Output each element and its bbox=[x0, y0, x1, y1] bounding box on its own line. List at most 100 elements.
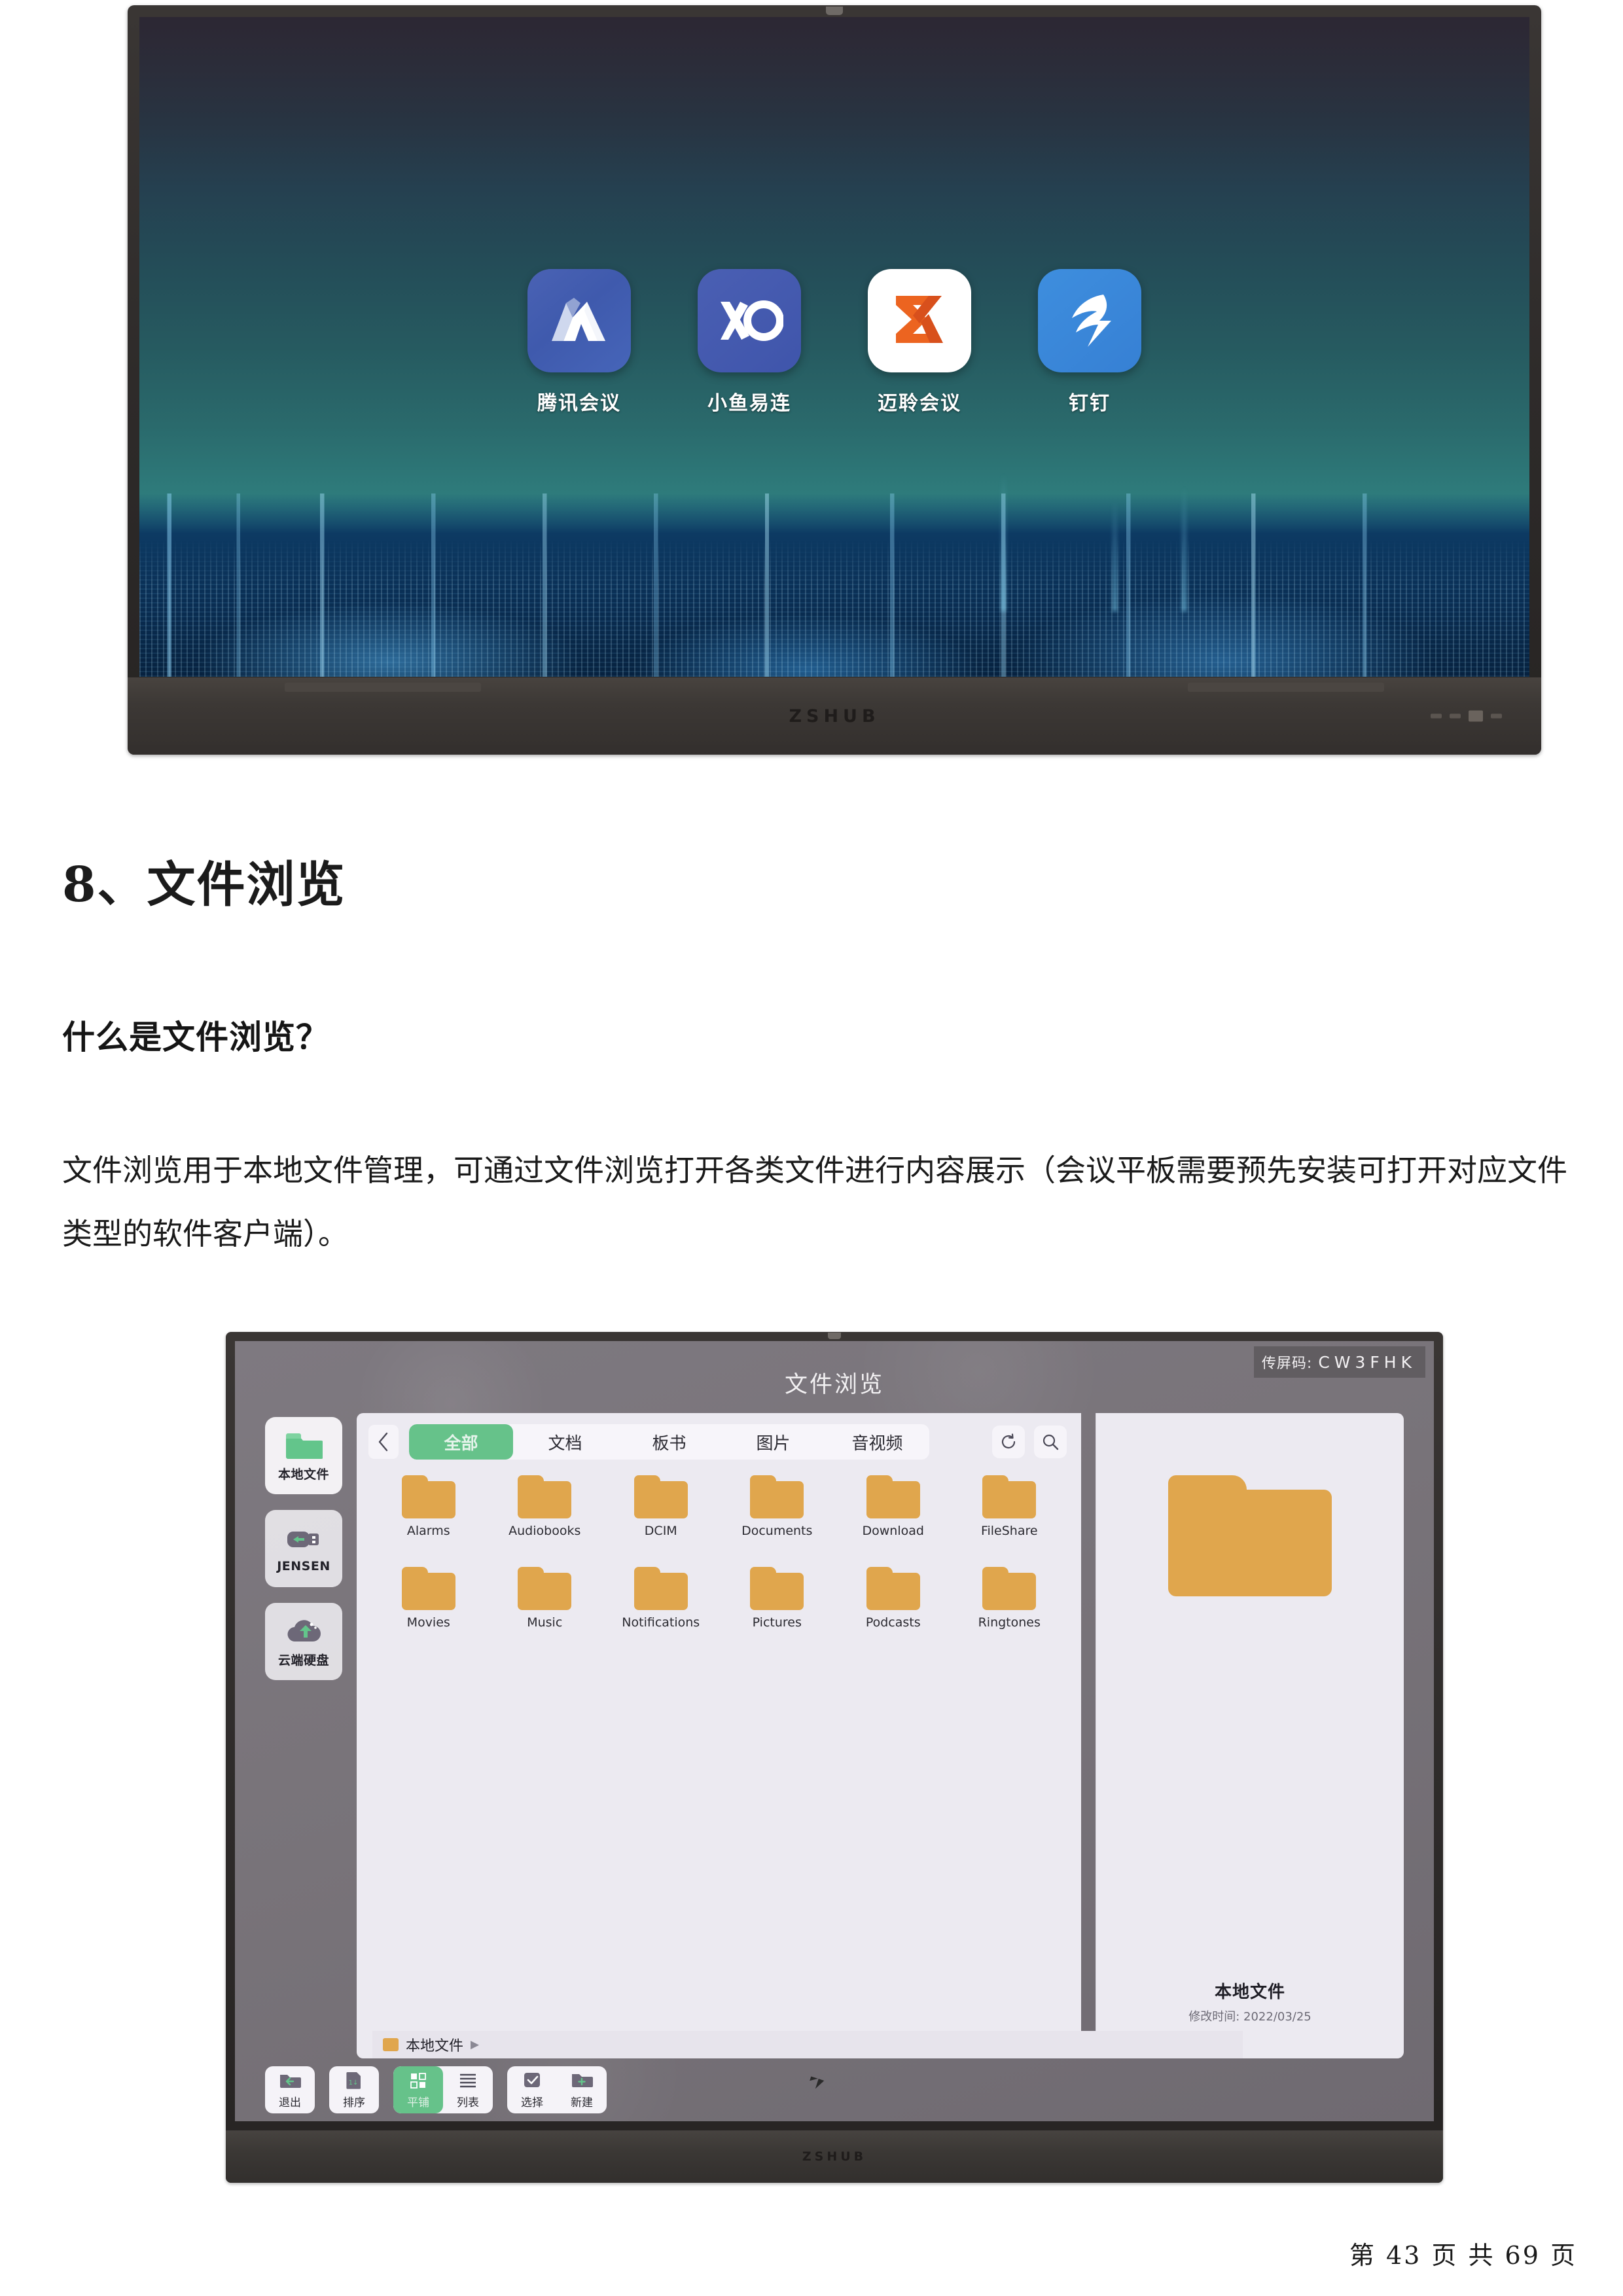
folder-icon bbox=[285, 1429, 323, 1461]
tab-media[interactable]: 音视频 bbox=[825, 1424, 929, 1460]
back-button[interactable] bbox=[368, 1425, 399, 1459]
tool-group-view: 平铺 列表 bbox=[393, 2066, 493, 2113]
list-view-button[interactable]: 列表 bbox=[443, 2066, 493, 2113]
select-button[interactable]: 选择 bbox=[507, 2066, 557, 2113]
page-footer: 第 43 页 共 69 页 bbox=[1349, 2241, 1577, 2270]
file-browser-body: 本地文件 JENSEN 云端硬盘 全部 文档 板书 图片 音视频 Alarms … bbox=[265, 1413, 1404, 2058]
breadcrumb-label: 本地文件 bbox=[406, 2038, 464, 2054]
folder-item[interactable]: Audiobooks bbox=[489, 1475, 601, 1560]
folder-label: Movies bbox=[406, 1615, 450, 1630]
tab-all[interactable]: 全部 bbox=[409, 1424, 513, 1460]
tool-label: 选择 bbox=[521, 2096, 543, 2109]
tab-pictures[interactable]: 图片 bbox=[721, 1424, 825, 1460]
cast-code-label: 传屏码: bbox=[1261, 1355, 1313, 1372]
app-dingtalk[interactable]: 钉钉 bbox=[1034, 269, 1145, 416]
folder-icon bbox=[750, 1567, 804, 1610]
display-bottom-bezel: ZSHUB bbox=[226, 2130, 1443, 2183]
folder-icon bbox=[982, 1475, 1037, 1518]
search-button[interactable] bbox=[1034, 1426, 1067, 1458]
brand-logo: ZSHUB bbox=[789, 706, 880, 726]
folder-label: Alarms bbox=[406, 1524, 450, 1538]
folder-item[interactable]: Alarms bbox=[372, 1475, 485, 1560]
tool-group-sort: 1↓ 排序 bbox=[329, 2066, 379, 2113]
app-label: 腾讯会议 bbox=[537, 392, 621, 415]
folder-item[interactable]: Movies bbox=[372, 1567, 485, 1652]
folder-item[interactable]: Ringtones bbox=[954, 1567, 1066, 1652]
folder-label: Music bbox=[527, 1615, 563, 1630]
folder-label: DCIM bbox=[644, 1524, 677, 1538]
file-browser-toolbar: 全部 文档 板书 图片 音视频 bbox=[357, 1413, 1081, 1463]
folder-item[interactable]: Notifications bbox=[605, 1567, 717, 1652]
document-page: 腾讯会议 小鱼易连 迈聆会议 钉钉 ZSHUB 8、文件浏览 什么是文件浏览？ … bbox=[0, 0, 1623, 2296]
file-browser-sidebar: 本地文件 JENSEN 云端硬盘 bbox=[265, 1413, 342, 2058]
sidebar-item-local-files[interactable]: 本地文件 bbox=[265, 1417, 342, 1494]
section-number: 8、 bbox=[62, 857, 147, 913]
toolbar-actions bbox=[992, 1426, 1067, 1458]
subheading: 什么是文件浏览？ bbox=[62, 1018, 329, 1056]
sort-button[interactable]: 1↓ 排序 bbox=[329, 2066, 379, 2113]
app-label: 小鱼易连 bbox=[707, 392, 791, 415]
speaker-grille bbox=[285, 683, 481, 692]
breadcrumb[interactable]: 本地文件 ▶ bbox=[372, 2031, 1243, 2058]
new-folder-button[interactable]: 新建 bbox=[557, 2066, 607, 2113]
app-tencent-meeting[interactable]: 腾讯会议 bbox=[524, 269, 635, 416]
app-xylink[interactable]: 小鱼易连 bbox=[694, 269, 805, 416]
usb-drive-icon bbox=[285, 1524, 323, 1555]
dingtalk-icon bbox=[1038, 269, 1141, 372]
folder-icon bbox=[401, 1475, 455, 1518]
folder-icon bbox=[518, 1567, 572, 1610]
preview-folder-icon bbox=[1168, 1475, 1332, 1596]
mailing-meeting-icon bbox=[868, 269, 971, 372]
tool-label: 平铺 bbox=[407, 2096, 429, 2109]
folder-icon bbox=[982, 1567, 1037, 1610]
folder-item[interactable]: Documents bbox=[721, 1475, 834, 1560]
folder-item[interactable]: Download bbox=[837, 1475, 950, 1560]
folder-item[interactable]: Pictures bbox=[721, 1567, 834, 1652]
folder-icon bbox=[633, 1567, 688, 1610]
refresh-button[interactable] bbox=[992, 1426, 1025, 1458]
chevron-right-icon: ▶ bbox=[471, 2038, 480, 2051]
folder-grid: Alarms Audiobooks DCIM Documents Downloa… bbox=[357, 1463, 1081, 2058]
display-bezel: 腾讯会议 小鱼易连 迈聆会议 钉钉 ZSHUB bbox=[128, 5, 1541, 755]
new-folder-icon bbox=[571, 2071, 593, 2090]
folder-item[interactable]: FileShare bbox=[954, 1475, 1066, 1560]
folder-label: Podcasts bbox=[865, 1615, 921, 1630]
folder-label: Documents bbox=[741, 1524, 813, 1538]
tencent-meeting-icon bbox=[527, 269, 631, 372]
volume-indicator-icon bbox=[1450, 713, 1461, 719]
cast-code-badge[interactable]: 传屏码: CW3FHK bbox=[1253, 1346, 1425, 1378]
folder-icon bbox=[518, 1475, 572, 1518]
folder-label: Notifications bbox=[622, 1615, 700, 1630]
exit-button[interactable]: 退出 bbox=[265, 2066, 315, 2113]
tool-label: 排序 bbox=[343, 2096, 365, 2109]
display-bottom-bezel: ZSHUB bbox=[128, 677, 1541, 755]
tool-group-left: 退出 bbox=[265, 2066, 315, 2113]
sidebar-item-label: JENSEN bbox=[277, 1559, 330, 1573]
sidebar-item-label: 云端硬盘 bbox=[277, 1653, 329, 1668]
file-browser-main: 全部 文档 板书 图片 音视频 Alarms Audiobooks DCIM D… bbox=[357, 1413, 1081, 2058]
tab-documents[interactable]: 文档 bbox=[513, 1424, 617, 1460]
speaker-grille bbox=[1188, 683, 1384, 692]
xylink-icon bbox=[698, 269, 801, 372]
folder-label: FileShare bbox=[980, 1524, 1038, 1538]
sidebar-item-cloud-drive[interactable]: 云端硬盘 bbox=[265, 1603, 342, 1680]
city-light-beam bbox=[1001, 474, 1006, 611]
tab-whiteboard[interactable]: 板书 bbox=[617, 1424, 721, 1460]
file-preview-panel: 本地文件 修改时间: 2022/03/25 bbox=[1096, 1413, 1404, 2058]
folder-item[interactable]: DCIM bbox=[605, 1475, 717, 1560]
app-mailing-meeting[interactable]: 迈聆会议 bbox=[864, 269, 975, 416]
grid-view-button[interactable]: 平铺 bbox=[393, 2066, 443, 2113]
folder-item[interactable]: Podcasts bbox=[837, 1567, 950, 1652]
list-view-icon bbox=[457, 2071, 479, 2090]
tool-label: 退出 bbox=[279, 2096, 301, 2109]
bezel-controls[interactable] bbox=[1431, 710, 1502, 722]
app-label: 钉钉 bbox=[1069, 392, 1111, 415]
file-browser-bottom-toolbar: 退出 1↓ 排序 平铺 列表 选择 新建 bbox=[235, 2058, 1434, 2121]
folder-item[interactable]: Music bbox=[489, 1567, 601, 1652]
sidebar-item-jensen-usb[interactable]: JENSEN bbox=[265, 1510, 342, 1587]
camera-icon bbox=[828, 1333, 841, 1339]
home-screen-photo: 腾讯会议 小鱼易连 迈聆会议 钉钉 ZSHUB bbox=[128, 5, 1541, 755]
menu-button-icon[interactable] bbox=[1469, 710, 1483, 722]
file-browser-photo: 文件浏览 传屏码: CW3FHK 本地文件 JENSEN 云端硬盘 全部 文档 … bbox=[226, 1332, 1443, 2183]
exit-folder-icon bbox=[279, 2071, 301, 2090]
